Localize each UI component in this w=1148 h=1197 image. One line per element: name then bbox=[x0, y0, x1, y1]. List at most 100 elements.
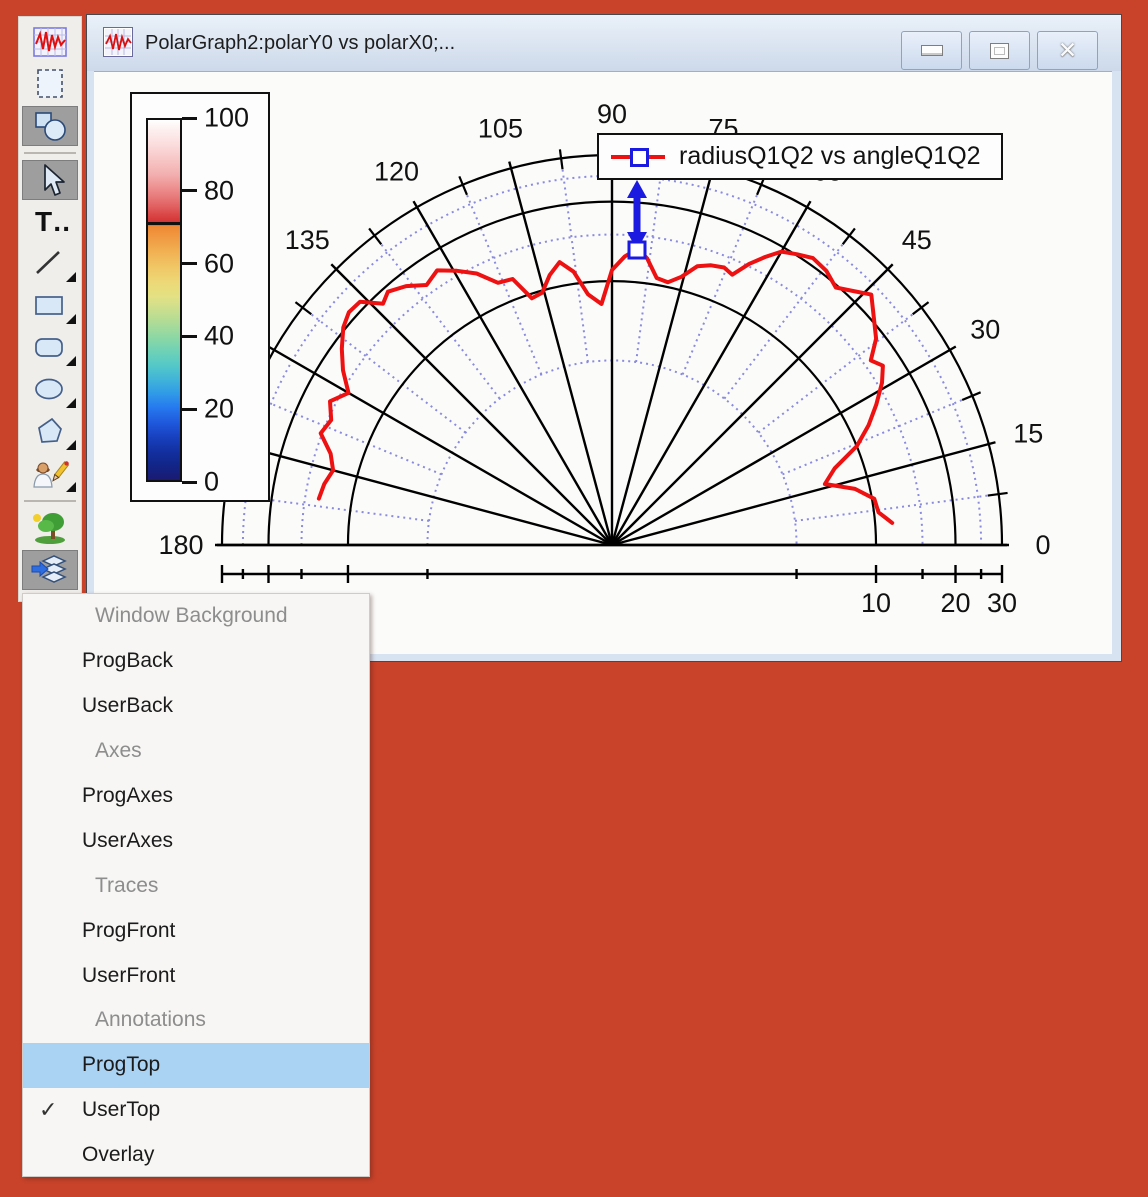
polygon-icon bbox=[31, 415, 69, 449]
menu-item-label: ProgTop bbox=[82, 1053, 160, 1077]
polar-spoke bbox=[414, 201, 613, 545]
color-scale-tick-label: 20 bbox=[204, 394, 234, 425]
data-trace[interactable] bbox=[319, 249, 892, 523]
graph-window-icon bbox=[103, 27, 133, 57]
menu-header-traces: Traces bbox=[23, 863, 369, 908]
menu-item-label: ProgBack bbox=[82, 649, 173, 673]
shapes-button[interactable] bbox=[22, 106, 78, 146]
trace-legend[interactable]: radiusQ1Q2 vs angleQ1Q2 bbox=[597, 133, 1003, 180]
flyout-corner-icon bbox=[66, 356, 76, 366]
color-scale-annotation[interactable]: 100806040200 bbox=[130, 92, 270, 502]
polar-outer-tick bbox=[560, 149, 563, 169]
flyout-corner-icon bbox=[66, 314, 76, 324]
rounded-rectangle-icon bbox=[31, 331, 69, 365]
pointer-button[interactable] bbox=[22, 160, 78, 200]
flyout-corner-icon bbox=[66, 440, 76, 450]
menu-item-overlay[interactable]: Overlay bbox=[23, 1133, 369, 1178]
color-scale-tick-label: 40 bbox=[204, 321, 234, 352]
color-scale-tick bbox=[182, 335, 197, 338]
color-scale-strip bbox=[146, 118, 182, 482]
radius-tick-label: 20 bbox=[940, 588, 970, 618]
desktop: { "window": { "title": "PolarGraph2:pola… bbox=[0, 0, 1148, 1197]
svg-text:T…: T… bbox=[35, 206, 69, 237]
freehand-tool-button[interactable] bbox=[22, 454, 78, 494]
radius-tick-label: 10 bbox=[861, 588, 891, 618]
selection-handle[interactable] bbox=[629, 242, 645, 258]
text-tool-button[interactable]: T… bbox=[22, 202, 78, 242]
ellipse-icon bbox=[31, 373, 69, 407]
restore-icon bbox=[990, 43, 1009, 59]
color-scale-tick-label: 100 bbox=[204, 103, 249, 134]
menu-item-progfront[interactable]: ProgFront bbox=[23, 908, 369, 953]
window-title: PolarGraph2:polarY0 vs polarX0;... bbox=[145, 15, 455, 71]
menu-item-useraxes[interactable]: UserAxes bbox=[23, 818, 369, 863]
close-button[interactable]: ✕ bbox=[1037, 31, 1098, 70]
menu-header-annotations: Annotations bbox=[23, 998, 369, 1043]
polar-grid-dotted-radial bbox=[561, 158, 588, 362]
picture-tool-button[interactable] bbox=[22, 508, 78, 548]
menu-item-usertop[interactable]: ✓UserTop bbox=[23, 1088, 369, 1133]
polygon-tool-button[interactable] bbox=[22, 412, 78, 452]
line-icon bbox=[31, 247, 69, 281]
polar-spoke bbox=[229, 442, 612, 545]
angle-tick-label: 180 bbox=[158, 530, 203, 560]
marquee-icon bbox=[31, 67, 69, 101]
layers-icon bbox=[31, 553, 69, 587]
menu-item-label: Window Background bbox=[95, 604, 288, 628]
angle-tick-label: 120 bbox=[374, 157, 419, 187]
marquee-button[interactable] bbox=[22, 64, 78, 104]
menu-item-userback[interactable]: UserBack bbox=[23, 684, 369, 729]
radius-tick-label: 30 bbox=[987, 588, 1017, 618]
angle-tick-label: 45 bbox=[902, 225, 932, 255]
legend-selection-handle[interactable] bbox=[630, 148, 649, 167]
layers-tool-button[interactable] bbox=[22, 550, 78, 590]
menu-header-window-background: Window Background bbox=[23, 594, 369, 639]
polar-spoke bbox=[509, 162, 612, 545]
polar-spoke bbox=[612, 347, 956, 546]
shapes-icon bbox=[31, 109, 69, 143]
polar-grid-dotted-radial bbox=[795, 494, 999, 521]
angle-tick-label: 30 bbox=[970, 315, 1000, 345]
color-scale-tick bbox=[182, 117, 197, 120]
menu-item-label: UserTop bbox=[82, 1098, 160, 1122]
polar-outer-tick bbox=[988, 493, 1008, 496]
menu-item-progtop[interactable]: ProgTop bbox=[23, 1043, 369, 1088]
ellipse-tool-button[interactable] bbox=[22, 370, 78, 410]
menu-header-axes: Axes bbox=[23, 729, 369, 774]
rounded-rect-tool-button[interactable] bbox=[22, 328, 78, 368]
restore-button[interactable] bbox=[969, 31, 1030, 70]
color-scale-tick bbox=[182, 408, 197, 411]
polar-spoke bbox=[612, 162, 715, 545]
graph-canvas: 0153045607590105120135150165180102030 10… bbox=[94, 71, 1112, 654]
menu-item-label: UserBack bbox=[82, 694, 173, 718]
color-scale-tick-label: 80 bbox=[204, 175, 234, 206]
minimize-button[interactable] bbox=[901, 31, 962, 70]
close-icon: ✕ bbox=[1058, 39, 1077, 62]
flyout-corner-icon bbox=[66, 482, 76, 492]
graph-wave-icon bbox=[31, 25, 69, 59]
tool-palette: T… bbox=[18, 16, 82, 602]
selection-arrow-head-up bbox=[627, 180, 647, 198]
line-tool-button[interactable] bbox=[22, 244, 78, 284]
polar-grid-dotted-radial bbox=[252, 396, 442, 475]
menu-item-progback[interactable]: ProgBack bbox=[23, 639, 369, 684]
color-scale-tick bbox=[182, 481, 197, 484]
graph-mode-button[interactable] bbox=[22, 22, 78, 62]
menu-item-label: UserAxes bbox=[82, 829, 173, 853]
angle-tick-label: 0 bbox=[1035, 530, 1050, 560]
polar-grid-dotted-radial bbox=[782, 396, 972, 475]
rectangle-tool-button[interactable] bbox=[22, 286, 78, 326]
window-titlebar[interactable]: PolarGraph2:polarY0 vs polarX0;... ✕ bbox=[87, 15, 1121, 71]
rectangle-icon bbox=[31, 289, 69, 323]
angle-tick-label: 15 bbox=[1013, 418, 1043, 448]
toolbar-divider bbox=[24, 500, 76, 502]
color-scale-tick bbox=[182, 189, 197, 192]
color-scale-tick bbox=[182, 262, 197, 265]
menu-item-userfront[interactable]: UserFront bbox=[23, 953, 369, 998]
polar-grid-dotted-radial bbox=[683, 185, 762, 375]
flyout-corner-icon bbox=[66, 272, 76, 282]
angle-tick-label: 135 bbox=[285, 225, 330, 255]
polar-spoke bbox=[331, 264, 612, 545]
menu-item-label: ProgAxes bbox=[82, 784, 173, 808]
menu-item-progaxes[interactable]: ProgAxes bbox=[23, 774, 369, 819]
